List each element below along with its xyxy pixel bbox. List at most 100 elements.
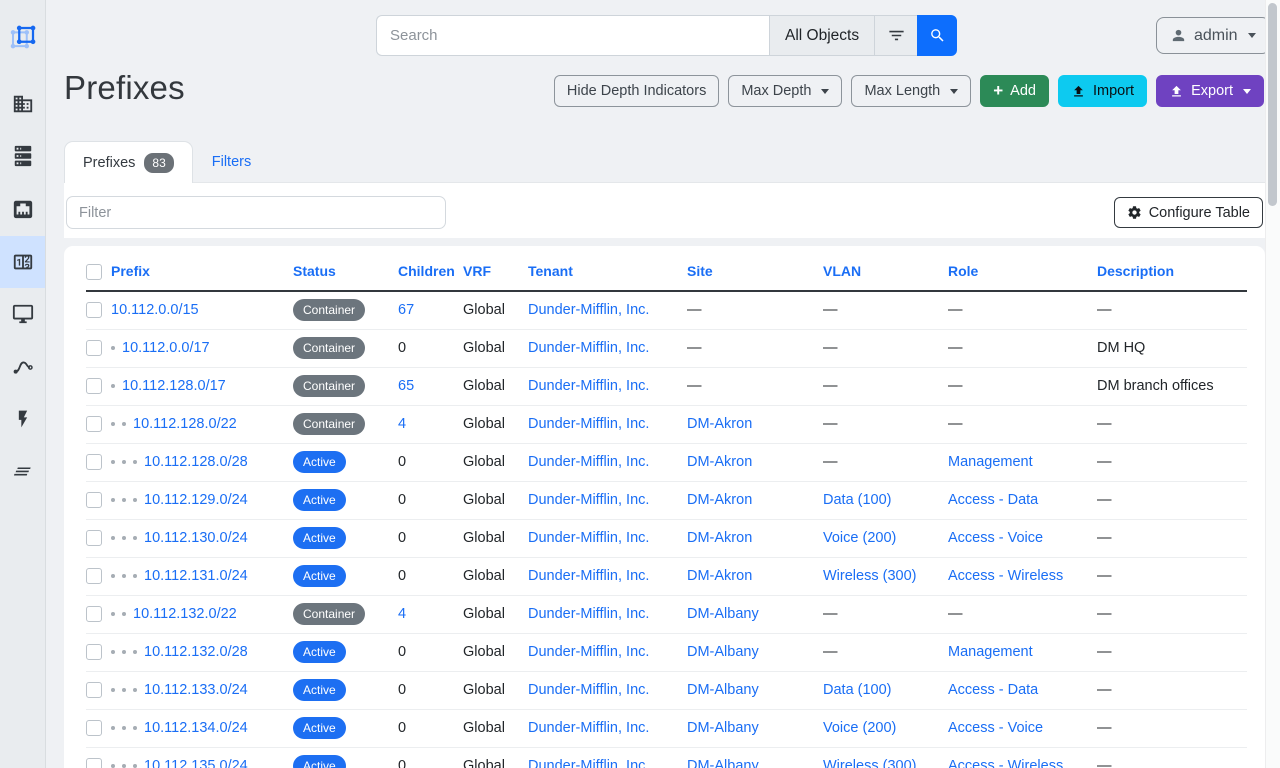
select-all-checkbox[interactable] xyxy=(86,264,102,280)
role-link[interactable]: Access - Wireless xyxy=(948,758,1063,768)
prefix-link[interactable]: 10.112.130.0/24 xyxy=(144,530,248,546)
tenant-link[interactable]: Dunder-Mifflin, Inc. xyxy=(528,644,649,660)
site-link[interactable]: DM-Akron xyxy=(687,530,752,546)
sidebar-item-devices[interactable] xyxy=(0,130,45,182)
search-submit-button[interactable] xyxy=(917,15,957,56)
site-link[interactable]: DM-Akron xyxy=(687,568,752,584)
vlan-link[interactable]: Voice (200) xyxy=(823,530,896,546)
site-link[interactable]: DM-Akron xyxy=(687,454,752,470)
tab-prefixes[interactable]: Prefixes 83 xyxy=(64,141,193,183)
sidebar-item-virtualization[interactable] xyxy=(0,288,45,340)
prefix-link[interactable]: 10.112.132.0/22 xyxy=(133,606,237,622)
column-sort-link[interactable]: Site xyxy=(687,263,713,279)
tenant-link[interactable]: Dunder-Mifflin, Inc. xyxy=(528,530,649,546)
prefix-link[interactable]: 10.112.132.0/28 xyxy=(144,644,248,660)
tenant-link[interactable]: Dunder-Mifflin, Inc. xyxy=(528,568,649,584)
site-link[interactable]: DM-Albany xyxy=(687,758,759,768)
sidebar-item-ipam[interactable] xyxy=(0,236,45,288)
tenant-link[interactable]: Dunder-Mifflin, Inc. xyxy=(528,720,649,736)
row-checkbox[interactable] xyxy=(86,606,102,622)
search-filter-button[interactable] xyxy=(874,15,917,56)
vlan-link[interactable]: Wireless (300) xyxy=(823,568,916,584)
export-dropdown[interactable]: Export xyxy=(1156,75,1264,107)
prefix-link[interactable]: 10.112.133.0/24 xyxy=(144,682,248,698)
prefix-link[interactable]: 10.112.128.0/22 xyxy=(133,416,237,432)
search-input[interactable] xyxy=(376,15,769,56)
row-checkbox[interactable] xyxy=(86,454,102,470)
tenant-link[interactable]: Dunder-Mifflin, Inc. xyxy=(528,416,649,432)
children-link[interactable]: 65 xyxy=(398,378,414,394)
prefix-link[interactable]: 10.112.134.0/24 xyxy=(144,720,248,736)
add-button[interactable]: +Add xyxy=(980,75,1049,107)
row-checkbox[interactable] xyxy=(86,682,102,698)
tab-filters[interactable]: Filters xyxy=(193,141,270,183)
prefix-link[interactable]: 10.112.135.0/24 xyxy=(144,758,248,768)
site-link[interactable]: DM-Akron xyxy=(687,416,752,432)
site-link[interactable]: DM-Albany xyxy=(687,720,759,736)
sidebar-item-logging[interactable] xyxy=(0,445,45,497)
column-sort-link[interactable]: Description xyxy=(1097,263,1174,279)
prefix-link[interactable]: 10.112.131.0/24 xyxy=(144,568,248,584)
column-sort-link[interactable]: VLAN xyxy=(823,263,861,279)
prefix-link[interactable]: 10.112.0.0/17 xyxy=(122,340,210,356)
role-link[interactable]: Access - Data xyxy=(948,492,1038,508)
max-length-dropdown[interactable]: Max Length xyxy=(851,75,971,107)
role-link[interactable]: Access - Data xyxy=(948,682,1038,698)
row-checkbox[interactable] xyxy=(86,530,102,546)
column-sort-link[interactable]: VRF xyxy=(463,263,491,279)
scrollbar-track[interactable] xyxy=(1265,0,1280,768)
quick-filter-input[interactable] xyxy=(66,196,446,229)
role-link[interactable]: Access - Voice xyxy=(948,720,1043,736)
site-link[interactable]: DM-Albany xyxy=(687,644,759,660)
children-link[interactable]: 67 xyxy=(398,302,414,318)
import-button[interactable]: Import xyxy=(1058,75,1147,107)
tenant-link[interactable]: Dunder-Mifflin, Inc. xyxy=(528,758,649,768)
role-link[interactable]: Access - Voice xyxy=(948,530,1043,546)
row-checkbox[interactable] xyxy=(86,720,102,736)
row-checkbox[interactable] xyxy=(86,644,102,660)
row-checkbox[interactable] xyxy=(86,416,102,432)
max-depth-dropdown[interactable]: Max Depth xyxy=(728,75,842,107)
netbox-logo[interactable] xyxy=(0,12,45,64)
tenant-link[interactable]: Dunder-Mifflin, Inc. xyxy=(528,492,649,508)
search-scope-button[interactable]: All Objects xyxy=(769,15,874,56)
role-link[interactable]: Management xyxy=(948,454,1033,470)
vlan-link[interactable]: Data (100) xyxy=(823,682,892,698)
role-link[interactable]: Access - Wireless xyxy=(948,568,1063,584)
column-sort-link[interactable]: Prefix xyxy=(111,263,150,279)
site-link[interactable]: DM-Akron xyxy=(687,492,752,508)
role-link[interactable]: Management xyxy=(948,644,1033,660)
prefix-link[interactable]: 10.112.128.0/28 xyxy=(144,454,248,470)
site-link[interactable]: DM-Albany xyxy=(687,606,759,622)
tenant-link[interactable]: Dunder-Mifflin, Inc. xyxy=(528,340,649,356)
sidebar-item-power[interactable] xyxy=(0,393,45,445)
children-link[interactable]: 4 xyxy=(398,606,406,622)
row-checkbox[interactable] xyxy=(86,340,102,356)
user-menu-button[interactable]: admin xyxy=(1156,17,1270,54)
sidebar-item-connections[interactable] xyxy=(0,183,45,235)
configure-table-button[interactable]: Configure Table xyxy=(1114,197,1263,228)
prefix-link[interactable]: 10.112.129.0/24 xyxy=(144,492,248,508)
scrollbar-thumb[interactable] xyxy=(1268,3,1277,206)
sidebar-item-organization[interactable] xyxy=(0,78,45,130)
row-checkbox[interactable] xyxy=(86,568,102,584)
hide-depth-indicators-button[interactable]: Hide Depth Indicators xyxy=(554,75,719,107)
row-checkbox[interactable] xyxy=(86,378,102,394)
row-checkbox[interactable] xyxy=(86,758,102,768)
tenant-link[interactable]: Dunder-Mifflin, Inc. xyxy=(528,378,649,394)
column-sort-link[interactable]: Role xyxy=(948,263,978,279)
prefix-link[interactable]: 10.112.128.0/17 xyxy=(122,378,226,394)
column-sort-link[interactable]: Tenant xyxy=(528,263,573,279)
column-sort-link[interactable]: Children xyxy=(398,263,455,279)
tenant-link[interactable]: Dunder-Mifflin, Inc. xyxy=(528,454,649,470)
sidebar-item-circuits[interactable] xyxy=(0,341,45,393)
vlan-link[interactable]: Wireless (300) xyxy=(823,758,916,768)
vlan-link[interactable]: Data (100) xyxy=(823,492,892,508)
row-checkbox[interactable] xyxy=(86,302,102,318)
tenant-link[interactable]: Dunder-Mifflin, Inc. xyxy=(528,606,649,622)
prefix-link[interactable]: 10.112.0.0/15 xyxy=(111,302,199,318)
vlan-link[interactable]: Voice (200) xyxy=(823,720,896,736)
column-sort-link[interactable]: Status xyxy=(293,263,336,279)
tenant-link[interactable]: Dunder-Mifflin, Inc. xyxy=(528,302,649,318)
children-link[interactable]: 4 xyxy=(398,416,406,432)
